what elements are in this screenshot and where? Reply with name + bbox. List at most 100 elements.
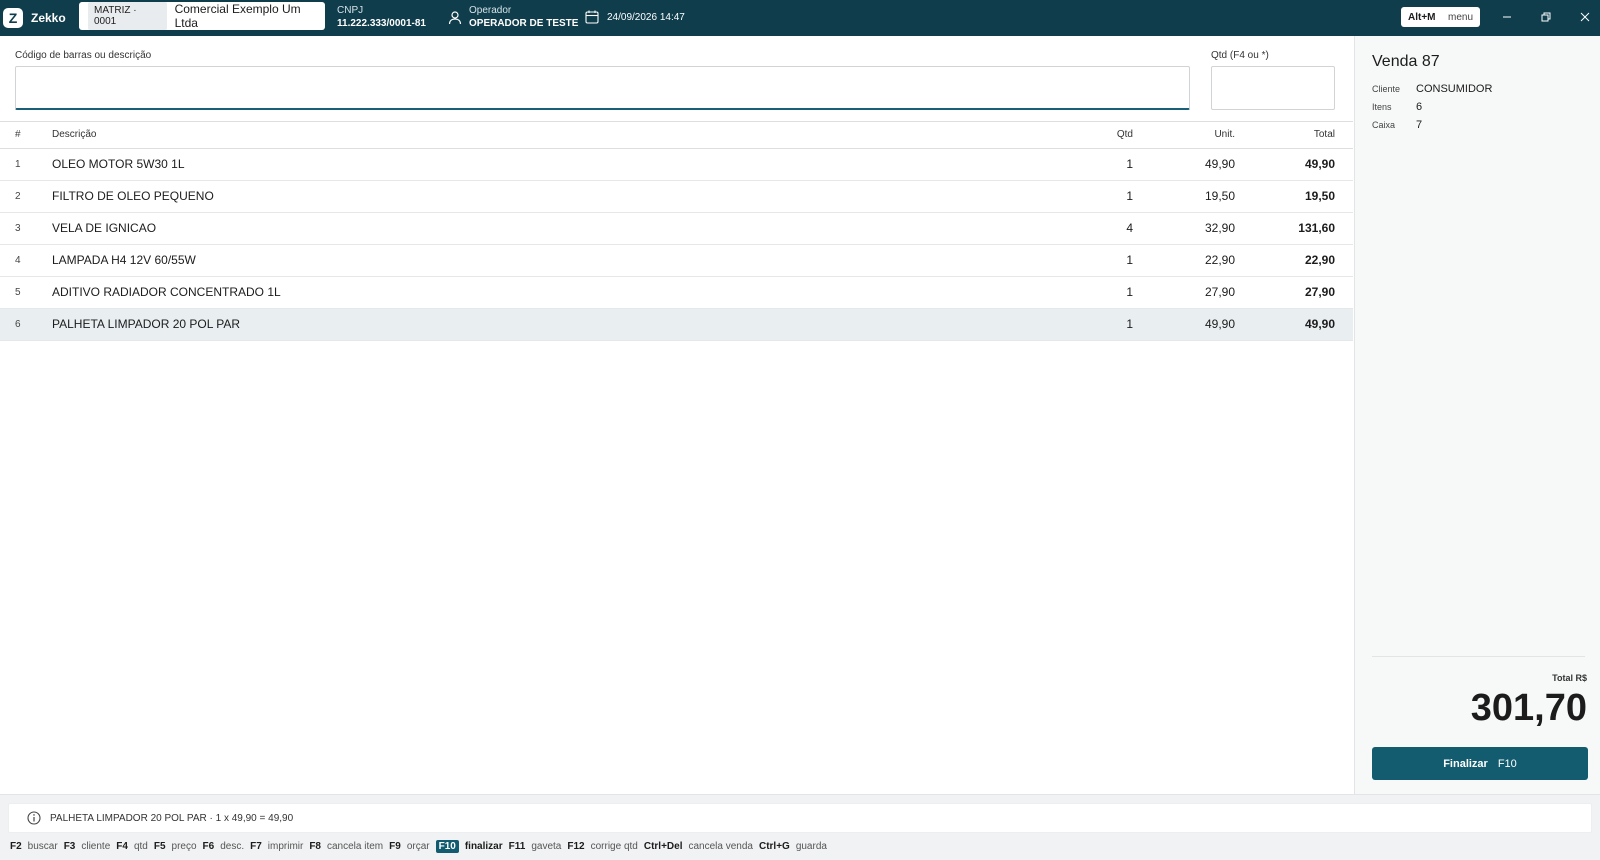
table-header-row: # Descrição Qtd Unit. Total <box>0 122 1353 149</box>
qty-input[interactable] <box>1211 66 1335 110</box>
shortcut-gaveta[interactable]: F11 gaveta <box>509 841 562 852</box>
minimize-icon[interactable] <box>1497 8 1517 26</box>
shortcut-imprimir[interactable]: F7 imprimir <box>250 841 303 852</box>
row-desc: PALHETA LIMPADOR 20 POL PAR <box>52 308 1033 341</box>
shortcut-key: F8 <box>309 841 321 852</box>
row-total: 49,90 <box>1235 308 1353 341</box>
items-table: # Descrição Qtd Unit. Total 1 OLEO MOTOR… <box>0 122 1353 341</box>
table-row[interactable]: 2 FILTRO DE OLEO PEQUENO 1 19,50 19,50 <box>0 180 1353 213</box>
row-qtd: 1 <box>1033 148 1133 181</box>
shortcut-buscar[interactable]: F2 buscar <box>10 841 58 852</box>
row-num: 5 <box>0 276 52 309</box>
sale-title: Venda 87 <box>1372 53 1440 70</box>
barcode-input[interactable] <box>15 66 1190 110</box>
row-qtd: 1 <box>1033 180 1133 213</box>
total-value: 301,70 <box>1470 687 1587 729</box>
shortcut-label: qtd <box>133 841 148 852</box>
register-value: 7 <box>1416 119 1423 131</box>
row-num: 1 <box>0 148 52 181</box>
operator-label: Operador <box>469 5 512 16</box>
footer: PALHETA LIMPADOR 20 POL PAR · 1 x 49,90 … <box>0 794 1600 860</box>
row-unit: 49,90 <box>1133 148 1235 181</box>
shortcut-key: F10 <box>435 840 459 853</box>
shortcut-finalizar[interactable]: F10 finalizar <box>435 840 503 853</box>
shortcut-cliente[interactable]: F3 cliente <box>64 841 111 852</box>
row-qtd: 4 <box>1033 212 1133 245</box>
shortcut-cancela-item[interactable]: F8 cancela item <box>309 841 383 852</box>
menu-button[interactable]: Alt+M menu <box>1401 7 1480 27</box>
shortcut-label: imprimir <box>267 841 304 852</box>
finalize-shortcut: F10 <box>1497 757 1517 770</box>
shortcut-key: F7 <box>250 841 262 852</box>
client-label: Cliente <box>1372 84 1401 94</box>
restore-icon[interactable] <box>1536 8 1556 26</box>
shortcut-label: finalizar <box>464 841 503 852</box>
row-desc: FILTRO DE OLEO PEQUENO <box>52 180 1033 213</box>
row-num: 2 <box>0 180 52 213</box>
row-num: 6 <box>0 308 52 341</box>
col-header-num: # <box>0 122 52 149</box>
qty-label: Qtd (F4 ou *) <box>1211 50 1269 61</box>
status-message: PALHETA LIMPADOR 20 POL PAR · 1 x 49,90 … <box>50 812 294 824</box>
row-desc: VELA DE IGNICAO <box>52 212 1033 245</box>
shortcut-key: Ctrl+G <box>758 841 790 852</box>
table-row-selected[interactable]: 6 PALHETA LIMPADOR 20 POL PAR 1 49,90 49… <box>0 308 1353 341</box>
shortcut-key: F6 <box>202 841 215 852</box>
row-unit: 22,90 <box>1133 244 1235 277</box>
user-icon <box>448 11 462 25</box>
shortcut-label: corrige qtd <box>590 841 638 852</box>
row-unit: 49,90 <box>1133 308 1235 341</box>
shortcut-preco[interactable]: F5 preço <box>154 841 197 852</box>
title-bar: Z Zekko MATRIZ · 0001 Comercial Exemplo … <box>0 0 1600 36</box>
divider <box>1372 656 1585 657</box>
client-row: Cliente CONSUMIDOR <box>1372 83 1492 95</box>
operator-value: OPERADOR DE TESTE <box>469 18 579 29</box>
table-row[interactable]: 5 ADITIVO RADIADOR CONCENTRADO 1L 1 27,9… <box>0 276 1353 309</box>
finalize-button[interactable]: Finalizar F10 <box>1372 747 1588 780</box>
row-qtd: 1 <box>1033 308 1133 341</box>
col-header-qtd: Qtd <box>1033 122 1133 149</box>
brand: Z Zekko <box>0 0 66 36</box>
shortcut-key: F11 <box>508 841 526 852</box>
row-desc: LAMPADA H4 12V 60/55W <box>52 244 1033 277</box>
total-label: Total R$ <box>1552 673 1587 683</box>
shortcut-key: F9 <box>389 841 401 852</box>
info-icon <box>27 811 41 825</box>
calendar-icon <box>585 10 599 24</box>
shortcut-key: F3 <box>63 841 76 852</box>
operator-block: Operador OPERADOR DE TESTE <box>469 4 578 30</box>
cnpj-block: CNPJ 11.222.333/0001-81 <box>337 4 426 30</box>
company-name: Comercial Exemplo Um Ltda <box>174 2 301 30</box>
shortcut-cancela-venda[interactable]: Ctrl+Del cancela venda <box>644 841 753 852</box>
row-desc: OLEO MOTOR 5W30 1L <box>52 148 1033 181</box>
shortcut-qtd[interactable]: F4 qtd <box>116 841 148 852</box>
shortcut-label: cancela item <box>327 841 384 852</box>
shortcut-key: F5 <box>153 841 166 852</box>
row-num: 3 <box>0 212 52 245</box>
cnpj-label: CNPJ <box>337 5 364 16</box>
table-row[interactable]: 4 LAMPADA H4 12V 60/55W 1 22,90 22,90 <box>0 244 1353 277</box>
row-desc: ADITIVO RADIADOR CONCENTRADO 1L <box>52 276 1033 309</box>
row-unit: 32,90 <box>1133 212 1235 245</box>
shortcut-orcar[interactable]: F9 orçar <box>389 841 429 852</box>
col-header-desc: Descrição <box>52 122 1033 149</box>
close-icon[interactable] <box>1575 8 1595 26</box>
register-label: Caixa <box>1372 120 1396 130</box>
items-label: Itens <box>1372 102 1392 112</box>
row-total: 131,60 <box>1235 212 1353 245</box>
row-qtd: 1 <box>1033 276 1133 309</box>
shortcut-desc[interactable]: F6 desc. <box>203 841 245 852</box>
company-selector[interactable]: MATRIZ · 0001 Comercial Exemplo Um Ltda <box>79 2 325 30</box>
barcode-label: Código de barras ou descrição <box>15 50 152 61</box>
zekko-logo-icon: Z <box>3 8 23 28</box>
col-header-unit: Unit. <box>1133 122 1235 149</box>
shortcut-corrige-qtd[interactable]: F12 corrige qtd <box>567 841 637 852</box>
finalize-label: Finalizar <box>1443 757 1488 770</box>
shortcut-guarda[interactable]: Ctrl+G guarda <box>759 841 827 852</box>
items-value: 6 <box>1416 101 1423 113</box>
shortcut-label: orçar <box>406 841 430 852</box>
client-value: CONSUMIDOR <box>1416 83 1493 95</box>
shortcut-label: buscar <box>27 841 58 852</box>
table-row[interactable]: 3 VELA DE IGNICAO 4 32,90 131,60 <box>0 212 1353 245</box>
table-row[interactable]: 1 OLEO MOTOR 5W30 1L 1 49,90 49,90 <box>0 148 1353 181</box>
